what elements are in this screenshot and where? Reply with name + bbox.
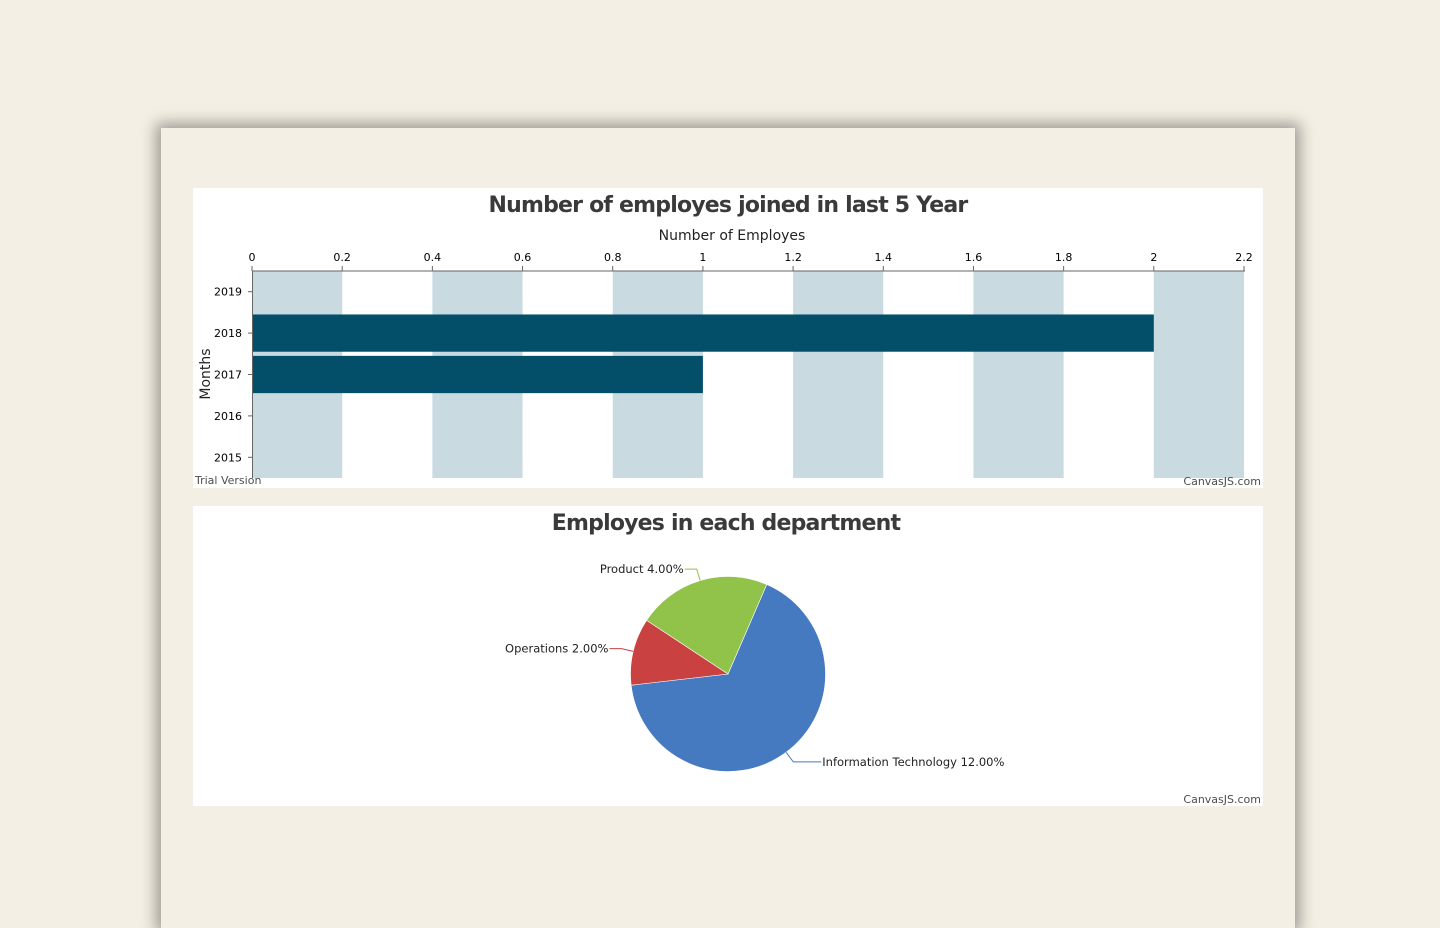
bar-chart-panel: Number of employes joined in last 5 Year… (193, 188, 1263, 488)
bar-2017[interactable] (252, 355, 703, 394)
pie-chart-panel: Employes in each department Information … (193, 506, 1263, 806)
canvasjs-credit-link[interactable]: CanvasJS.com (1183, 475, 1261, 488)
x-tick-label: 0.4 (424, 251, 442, 264)
pie-chart-title: Employes in each department (552, 511, 902, 536)
x-tick-label: 2 (1150, 251, 1157, 264)
bar-chart: Number of employes joined in last 5 Year… (194, 193, 1261, 488)
grid-band (793, 271, 884, 478)
y-axis-title: Months (198, 348, 214, 399)
y-tick-label: 2018 (214, 327, 242, 340)
y-tick-label: 2017 (214, 369, 242, 382)
pie-slices (630, 576, 826, 772)
pie-chart: Employes in each department Information … (505, 511, 1261, 806)
pie-leader-information-technology (785, 751, 822, 763)
x-tick-label: 1.6 (965, 251, 983, 264)
x-tick-label: 0 (249, 251, 256, 264)
x-tick-label: 0.8 (604, 251, 622, 264)
x-tick-label: 1.2 (784, 251, 802, 264)
x-tick-label: 1.8 (1055, 251, 1073, 264)
x-tick-label: 0.2 (333, 251, 351, 264)
pie-leader-product (684, 568, 701, 581)
grid-band (1153, 271, 1244, 478)
y-tick-label: 2016 (214, 410, 242, 423)
pie-label-product: Product 4.00% (600, 562, 684, 576)
pie-label-information-technology: Information Technology 12.00% (822, 755, 1004, 769)
canvasjs-credit-link[interactable]: CanvasJS.com (1183, 793, 1261, 806)
x-tick-label: 1.4 (875, 251, 893, 264)
bar-2018[interactable] (252, 314, 1154, 352)
y-axis-ticks: 2015 2016 2017 2018 2019 (214, 286, 252, 464)
x-axis-title: Number of Employes (659, 228, 806, 244)
y-tick-label: 2019 (214, 286, 242, 299)
pie-leader-operations (609, 648, 634, 652)
bar-chart-title: Number of employes joined in last 5 Year (489, 193, 969, 218)
grid-band (973, 271, 1064, 478)
x-tick-label: 2.2 (1235, 251, 1253, 264)
x-axis-ticks: 0 0.2 0.4 0.6 0.8 1 1.2 1.4 1.6 1.8 2 2.2 (249, 251, 1253, 271)
x-tick-label: 0.6 (514, 251, 532, 264)
y-tick-label: 2015 (214, 451, 242, 464)
pie-label-operations: Operations 2.00% (505, 642, 608, 656)
trial-version-credit: Trial Version (194, 474, 261, 487)
x-tick-label: 1 (699, 251, 706, 264)
